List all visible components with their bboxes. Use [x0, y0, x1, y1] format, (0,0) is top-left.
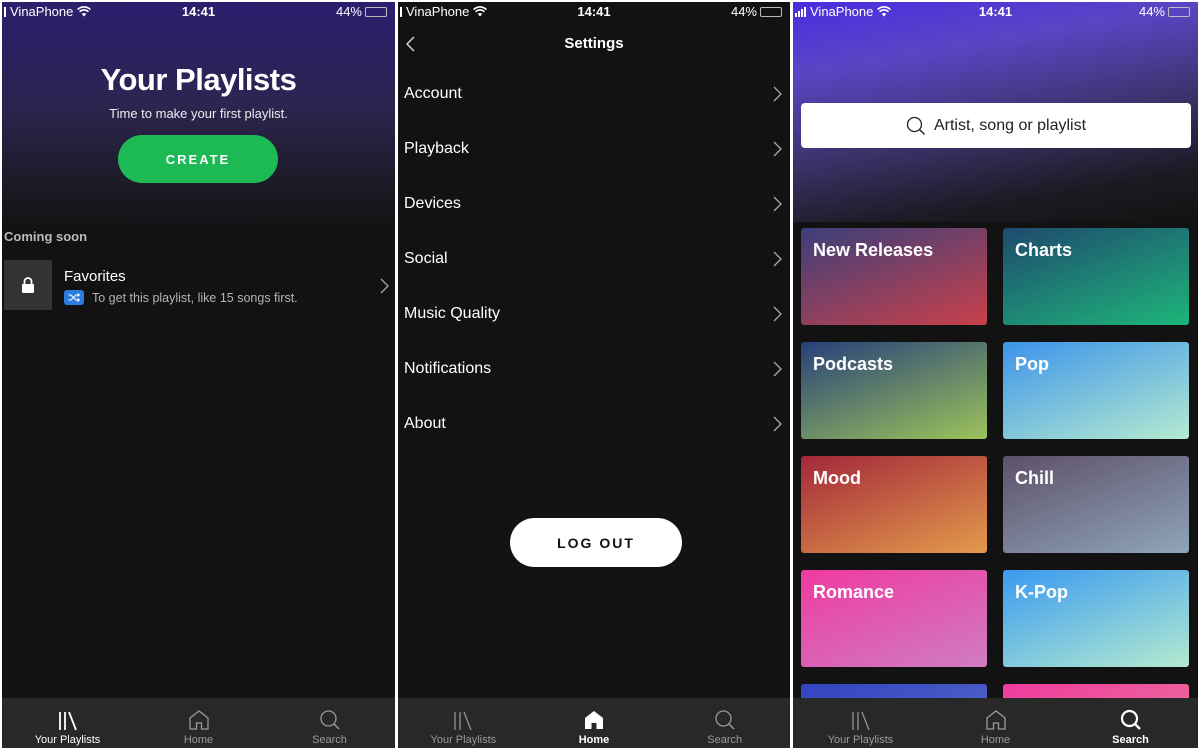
home-icon — [985, 710, 1006, 730]
category-label: Chill — [1015, 468, 1054, 488]
tab-label: Your Playlists — [827, 734, 894, 746]
search-input[interactable]: Artist, song or playlist — [801, 103, 1191, 148]
settings-item-account[interactable]: Account — [398, 66, 790, 121]
category-label: Pop — [1015, 354, 1049, 374]
category-label: K-Pop — [1015, 582, 1068, 602]
library-icon — [58, 711, 77, 731]
search-icon — [906, 116, 925, 135]
battery-icon — [365, 6, 387, 17]
tab-label: Home — [980, 734, 1011, 746]
status-bar: VinaPhone 14:41 44% — [793, 2, 1198, 22]
category-grid: New Releases Charts Podcasts Pop Mood Ch… — [801, 228, 1191, 714]
category-tile[interactable]: Mood — [801, 456, 987, 553]
chevron-right-icon — [773, 416, 782, 431]
settings-item-label: Music Quality — [404, 304, 501, 322]
settings-item-music-quality[interactable]: Music Quality — [398, 286, 790, 341]
category-tile[interactable]: Charts — [1003, 228, 1189, 325]
tab-your-playlists[interactable]: Your Playlists — [2, 698, 133, 748]
lock-icon — [22, 277, 34, 293]
settings-item-social[interactable]: Social — [398, 231, 790, 286]
library-icon — [851, 711, 870, 731]
category-tile[interactable]: Pop — [1003, 342, 1189, 439]
tab-label: Your Playlists — [430, 734, 497, 746]
page-title: Settings — [564, 35, 624, 52]
search-screen: VinaPhone 14:41 44% Artist, song or play… — [793, 2, 1198, 748]
settings-list: Account Playback Devices Social Music Qu… — [398, 66, 790, 451]
chevron-right-icon — [380, 278, 389, 294]
settings-item-devices[interactable]: Devices — [398, 176, 790, 231]
settings-item-notifications[interactable]: Notifications — [398, 341, 790, 396]
nav-bar: Settings — [398, 22, 790, 66]
chevron-right-icon — [773, 306, 782, 321]
tab-home[interactable]: Home — [928, 698, 1063, 748]
page-subtitle: Time to make your first playlist. — [109, 106, 288, 121]
tab-home[interactable]: Home — [529, 698, 660, 748]
tab-bar: Your Playlists Home Search — [793, 698, 1198, 748]
settings-item-label: Social — [404, 249, 448, 267]
favorites-playlist-row[interactable]: Favorites To get this playlist, like 15 … — [2, 260, 395, 312]
playlist-name: Favorites — [64, 268, 126, 285]
clock: 14:41 — [978, 4, 1013, 19]
chevron-right-icon — [773, 86, 782, 101]
battery-icon — [760, 6, 782, 17]
home-icon — [585, 711, 603, 729]
battery-percent: 44% — [335, 4, 362, 19]
tab-label: Home — [578, 734, 610, 746]
create-playlist-button[interactable]: CREATE — [118, 135, 278, 183]
tab-label: Search — [1112, 734, 1149, 746]
tab-label: Search — [312, 734, 347, 746]
tab-label: Search — [707, 734, 743, 746]
playlist-thumbnail — [4, 260, 52, 310]
search-placeholder: Artist, song or playlist — [933, 116, 1087, 134]
status-bar: VinaPhone 14:41 44% — [2, 2, 395, 22]
tab-your-playlists[interactable]: Your Playlists — [398, 698, 529, 748]
category-tile[interactable]: Podcasts — [801, 342, 987, 439]
category-label: Charts — [1015, 240, 1073, 260]
settings-item-label: Account — [404, 84, 462, 102]
settings-item-label: About — [404, 414, 446, 432]
category-tile[interactable]: Chill — [1003, 456, 1189, 553]
tab-label: Your Playlists — [34, 734, 101, 746]
chevron-right-icon — [773, 141, 782, 156]
tab-search[interactable]: Search — [1063, 698, 1198, 748]
status-bar: VinaPhone 14:41 44% — [398, 2, 790, 22]
tab-bar: Your Playlists Home Search — [398, 698, 790, 748]
playlist-hint: To get this playlist, like 15 songs firs… — [92, 290, 298, 305]
settings-item-playback[interactable]: Playback — [398, 121, 790, 176]
battery-percent: 44% — [730, 4, 757, 19]
category-label: Podcasts — [813, 354, 894, 374]
category-label: Romance — [813, 582, 895, 602]
section-heading: Coming soon — [4, 229, 88, 244]
search-icon — [1120, 709, 1141, 730]
chevron-right-icon — [773, 196, 782, 211]
library-icon — [454, 711, 472, 731]
settings-screen: VinaPhone 14:41 44% Settings Account Pla… — [398, 2, 790, 748]
category-tile[interactable]: New Releases — [801, 228, 987, 325]
tab-your-playlists[interactable]: Your Playlists — [793, 698, 928, 748]
chevron-right-icon — [773, 251, 782, 266]
battery-icon — [1168, 6, 1190, 17]
category-label: New Releases — [813, 240, 934, 260]
search-icon — [715, 710, 735, 730]
chevron-right-icon — [773, 361, 782, 376]
playlists-screen: VinaPhone 14:41 44% Your Playlists Time … — [2, 2, 395, 748]
search-icon — [319, 710, 340, 730]
settings-item-label: Playback — [404, 139, 469, 157]
tab-home[interactable]: Home — [133, 698, 264, 748]
logout-button[interactable]: LOG OUT — [510, 518, 682, 567]
shuffle-icon — [64, 290, 84, 305]
category-tile[interactable]: Romance — [801, 570, 987, 667]
tab-label: Home — [183, 734, 214, 746]
tab-search[interactable]: Search — [264, 698, 395, 748]
tab-bar: Your Playlists Home Search — [2, 698, 395, 748]
category-label: Mood — [813, 468, 861, 488]
tab-search[interactable]: Search — [659, 698, 790, 748]
settings-item-label: Devices — [404, 194, 461, 212]
page-title: Your Playlists — [100, 62, 297, 97]
category-tile[interactable]: K-Pop — [1003, 570, 1189, 667]
settings-item-about[interactable]: About — [398, 396, 790, 451]
home-icon — [188, 710, 209, 730]
settings-item-label: Notifications — [404, 359, 492, 377]
battery-percent: 44% — [1138, 4, 1165, 19]
